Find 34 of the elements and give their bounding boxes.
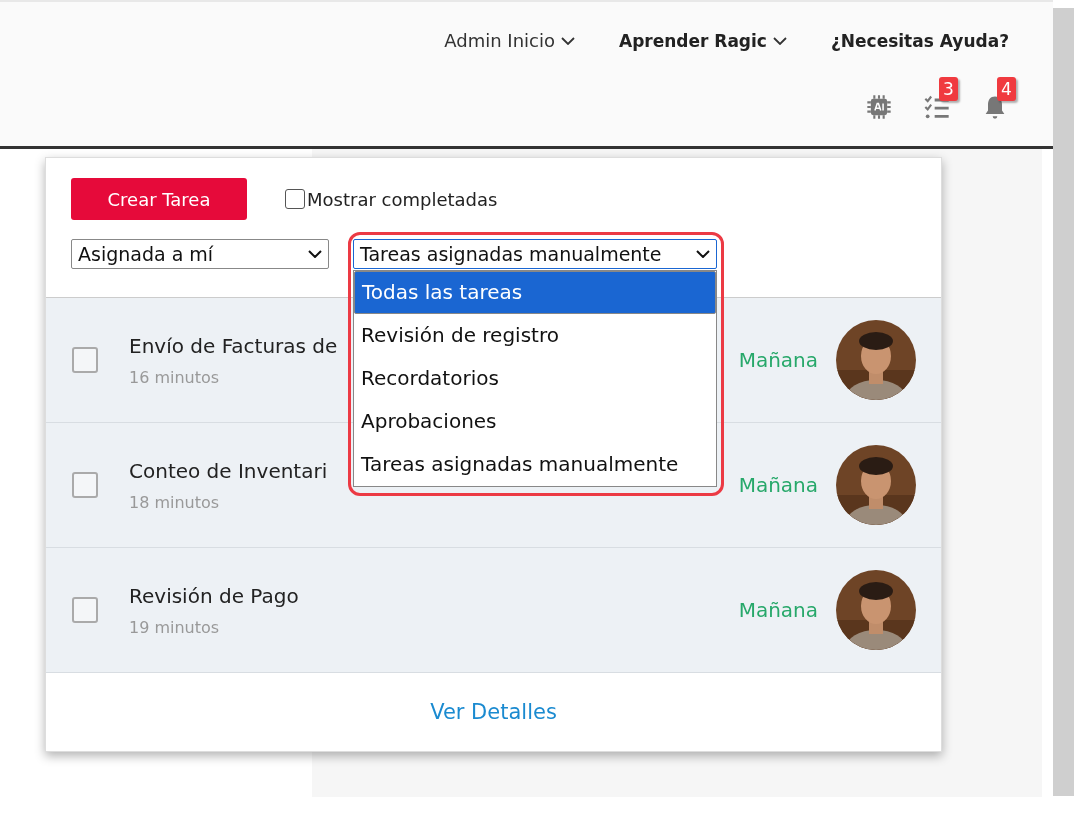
- due-date: Mañana: [738, 348, 818, 372]
- task-title: Revisión de Pago: [129, 583, 299, 608]
- caret-icon: [308, 250, 322, 258]
- task-type-select[interactable]: Tareas asignadas manualmente: [353, 239, 717, 269]
- task-checkbox[interactable]: [72, 597, 98, 623]
- nav-link[interactable]: Admin Inicio: [444, 30, 575, 51]
- count-badge: 3: [939, 77, 958, 101]
- dropdown-option[interactable]: Aprobaciones: [354, 400, 716, 443]
- task-age: 19 minutos: [129, 617, 220, 637]
- nav-link[interactable]: ¿Necesitas Ayuda?: [830, 30, 1009, 51]
- checkbox[interactable]: [285, 189, 305, 209]
- task-title: Envío de Facturas de: [129, 333, 338, 358]
- task-age: 18 minutos: [129, 492, 220, 512]
- checkbox-label: Mostrar completadas: [307, 188, 498, 210]
- count-badge: 4: [997, 77, 1016, 101]
- due-date: Mañana: [738, 473, 818, 497]
- caret-icon: [696, 250, 710, 258]
- scrollbar[interactable]: [1053, 8, 1074, 796]
- view-details-link[interactable]: Ver Detalles: [430, 700, 557, 724]
- chip-icon[interactable]: [865, 93, 893, 121]
- task-title: Conteo de Inventari: [129, 458, 328, 483]
- dropdown-option[interactable]: Revisión de registro: [354, 314, 716, 357]
- checklist-icon[interactable]: [923, 93, 951, 121]
- task-checkbox[interactable]: [72, 347, 98, 373]
- due-date: Mañana: [738, 598, 818, 622]
- create-task-button[interactable]: Crear Tarea: [71, 178, 247, 220]
- task-age: 16 minutos: [129, 367, 220, 387]
- task-checkbox[interactable]: [72, 472, 98, 498]
- task-row[interactable]: Revisión de Pago 19 minutos Mañana: [46, 548, 941, 673]
- assignee-select[interactable]: Asignada a mí: [71, 239, 329, 269]
- nav-link[interactable]: Aprender Ragic: [618, 30, 787, 51]
- dropdown-option[interactable]: Recordatorios: [354, 357, 716, 400]
- dropdown-option[interactable]: Todas las tareas: [354, 271, 716, 314]
- dropdown-option[interactable]: Tareas asignadas manualmente: [354, 443, 716, 486]
